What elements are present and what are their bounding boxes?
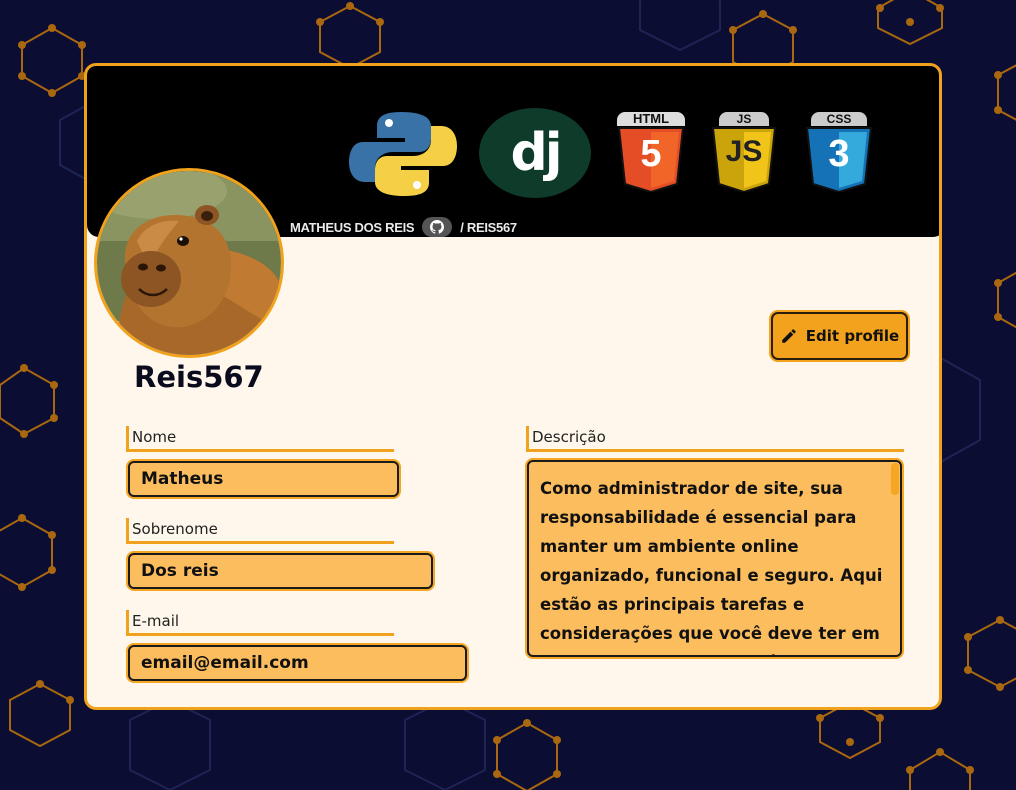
nome-field[interactable]: Matheus	[128, 461, 399, 497]
html5-logo-label: HTML	[617, 112, 685, 126]
sobrenome-field[interactable]: Dos reis	[128, 553, 433, 589]
css3-logo-label: CSS	[811, 112, 867, 126]
email-label: E-mail	[126, 610, 394, 636]
css3-logo-number: 3	[828, 133, 850, 175]
username: Reis567	[134, 360, 264, 394]
descricao-scrollbar[interactable]	[891, 463, 899, 495]
email-field[interactable]: email@email.com	[128, 645, 467, 681]
capybara-avatar-image	[97, 171, 281, 355]
descricao-label: Descrição	[526, 426, 904, 452]
js-logo-text: JS	[725, 135, 763, 168]
descricao-textarea[interactable]: Como administrador de site, sua responsa…	[527, 460, 902, 657]
banner-credit: MATHEUS DOS REIS / REIS567	[290, 216, 517, 238]
pencil-icon	[782, 329, 796, 343]
js-logo: JS JS	[711, 112, 777, 192]
css3-logo: CSS 3	[805, 112, 873, 192]
html5-logo: HTML 5	[617, 112, 685, 192]
edit-profile-button[interactable]: Edit profile	[771, 312, 908, 360]
github-icon	[422, 217, 453, 237]
sobrenome-label: Sobrenome	[126, 518, 394, 544]
credit-handle: / REIS567	[460, 219, 517, 235]
edit-profile-label: Edit profile	[805, 327, 900, 345]
descricao-text: Como administrador de site, sua responsa…	[540, 479, 883, 655]
js-logo-label: JS	[719, 112, 769, 126]
python-logo	[349, 112, 457, 196]
html5-logo-number: 5	[640, 133, 662, 175]
django-logo-text: dj	[510, 123, 562, 183]
nome-label: Nome	[126, 426, 394, 452]
credit-name: MATHEUS DOS REIS	[290, 219, 415, 235]
avatar[interactable]	[94, 168, 284, 358]
django-logo: dj	[479, 108, 591, 198]
